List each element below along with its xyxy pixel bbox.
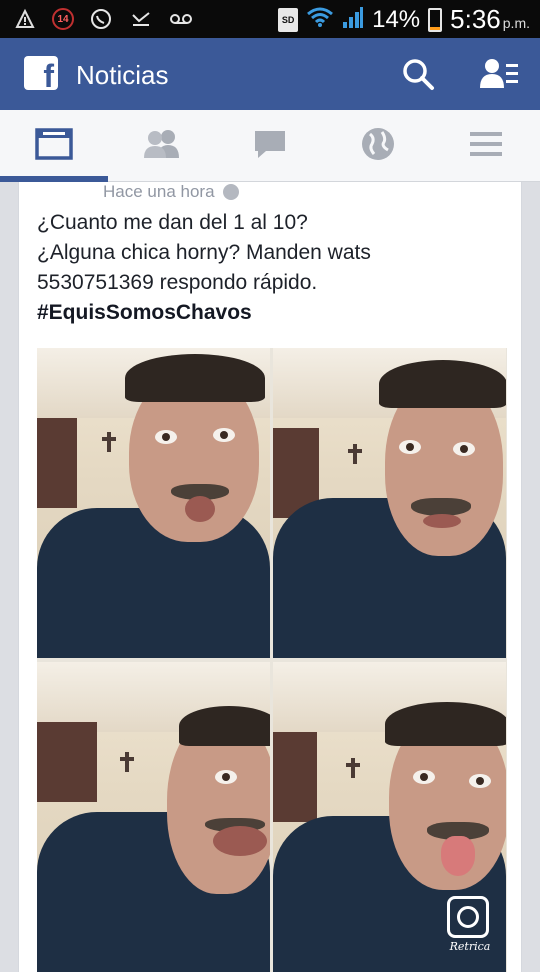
retrica-label: Retrica — [449, 940, 491, 953]
privacy-globe-icon — [222, 184, 239, 200]
status-bar: 14 SD 14% 5:36 p.m. — [0, 0, 540, 38]
battery-percent: 14% — [372, 5, 421, 33]
signal-icon — [342, 5, 364, 34]
wifi-icon — [306, 6, 334, 33]
page-title: Noticias — [76, 60, 169, 90]
photo-panel-1 — [37, 348, 270, 658]
camera-icon — [447, 896, 489, 938]
post-timestamp[interactable]: Hace una hora — [103, 182, 239, 202]
alert-icon — [12, 6, 38, 32]
missed-call-icon — [128, 6, 154, 32]
search-icon[interactable] — [400, 56, 436, 92]
battery-icon — [428, 7, 443, 32]
whatsapp-icon — [88, 6, 114, 32]
tab-more[interactable] — [432, 110, 540, 182]
retrica-watermark: Retrica — [447, 896, 493, 956]
app-header: f Noticias — [0, 38, 540, 110]
post-hashtag[interactable]: #EquisSomosChavos — [37, 298, 507, 328]
clock-time: 5:36 — [450, 4, 501, 34]
notification-badge: 14 — [52, 8, 74, 30]
feed-post: Hace una hora ¿Cuanto me dan del 1 al 10… — [18, 182, 522, 972]
clock: 5:36 p.m. — [450, 4, 530, 35]
tab-notifications[interactable] — [324, 110, 432, 182]
clock-ampm: p.m. — [502, 15, 530, 31]
tab-messages[interactable] — [216, 110, 324, 182]
globe-icon — [360, 126, 396, 167]
news-feed-icon — [35, 127, 73, 165]
timestamp-text: Hace una hora — [103, 182, 215, 201]
facebook-logo[interactable]: f — [24, 56, 58, 90]
post-line-2: ¿Alguna chica horny? Manden wats — [37, 241, 371, 264]
post-line-1: ¿Cuanto me dan del 1 al 10? — [37, 211, 308, 234]
post-photo[interactable]: Retrica — [37, 348, 507, 972]
post-body: ¿Cuanto me dan del 1 al 10? ¿Alguna chic… — [37, 208, 507, 328]
voicemail-icon — [168, 6, 194, 32]
menu-icon — [468, 130, 504, 163]
post-line-3: 5530751369 respondo rápido. — [37, 271, 318, 294]
chat-icon — [252, 128, 288, 165]
tab-friend-requests[interactable] — [108, 110, 216, 182]
friends-list-icon[interactable] — [478, 56, 522, 92]
sd-card-icon: SD — [278, 7, 299, 32]
friends-icon — [141, 128, 183, 165]
photo-panel-3 — [37, 662, 270, 972]
tab-bar — [0, 110, 540, 182]
photo-panel-2 — [273, 348, 506, 658]
tab-news-feed[interactable] — [0, 110, 108, 182]
